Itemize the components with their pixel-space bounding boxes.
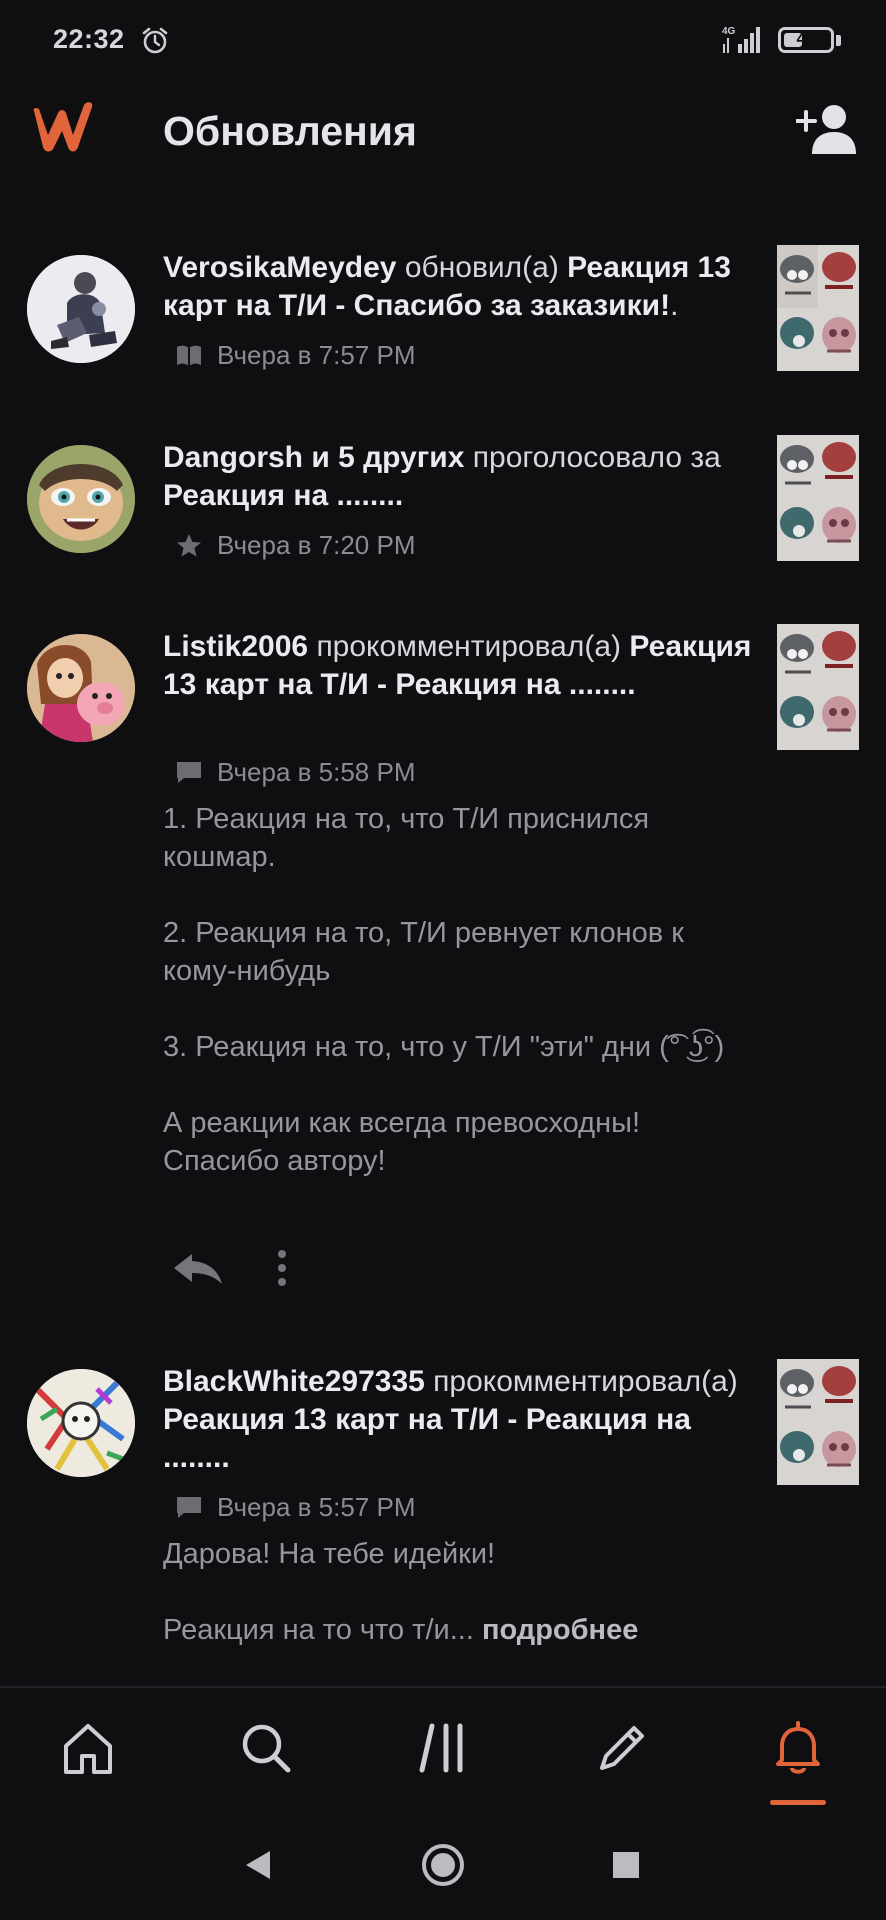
comment-preview-text: Реакция на то что т/и... [163, 1614, 474, 1646]
bottom-navigation [0, 1686, 886, 1811]
update-action: прокомментировал(а) [316, 630, 622, 663]
update-time: Вчера в 7:57 PM [217, 340, 416, 370]
status-bar: 22:32 4G 41 [0, 0, 886, 80]
story-cover[interactable] [777, 435, 859, 561]
book-icon [177, 345, 201, 366]
comment-paragraph: Дарова! На тебе идейки! [163, 1538, 496, 1570]
wattpad-logo[interactable] [26, 99, 100, 155]
comment-icon [177, 762, 201, 783]
story-cover[interactable] [777, 624, 859, 750]
story-title[interactable]: Реакция 13 карт на Т/И - Реакция на ....… [163, 1403, 691, 1474]
app-bar: Обновления [0, 80, 886, 180]
avatar[interactable] [27, 445, 135, 553]
alarm-icon [142, 27, 168, 54]
avatar[interactable] [27, 1369, 135, 1477]
notifications-icon[interactable] [768, 1718, 828, 1778]
active-tab-indicator [770, 1800, 826, 1805]
page-title: Обновления [163, 108, 417, 154]
back-icon[interactable] [234, 1841, 282, 1889]
comment-paragraph: 2. Реакция на то, Т/И ревнует клонов к к… [163, 917, 684, 987]
status-time: 22:32 [53, 24, 125, 54]
signal-icon: 4G [722, 26, 760, 53]
home-circle-icon[interactable] [419, 1841, 467, 1889]
write-icon[interactable] [592, 1718, 652, 1778]
search-icon[interactable] [236, 1718, 296, 1778]
update-action: проголосовало за [472, 441, 721, 474]
comment-paragraph: А реакции как всегда превосходны! Спасиб… [163, 1107, 640, 1177]
star-icon [177, 534, 201, 557]
update-time: Вчера в 5:58 PM [217, 757, 416, 787]
comment-paragraph: 3. Реакция на то, что у Т/И "эти" дни (͡… [163, 1031, 725, 1063]
battery-icon: 41 [778, 27, 834, 53]
comment-preview: Реакция на то что т/и... подробнее [163, 1611, 763, 1649]
add-user-icon[interactable] [796, 102, 858, 154]
user-name[interactable]: Listik2006 [163, 630, 308, 663]
notifications-screen: 22:32 4G 41 Обновления VerosikaMeydey об… [0, 0, 886, 1920]
comment-body: 1. Реакция на то, что Т/И приснился кошм… [163, 800, 763, 1218]
read-more-link[interactable]: подробнее [482, 1614, 638, 1646]
reply-icon[interactable] [170, 1248, 224, 1288]
comment-icon [177, 1497, 201, 1518]
user-name[interactable]: VerosikaMeydey [163, 251, 396, 284]
user-name[interactable]: BlackWhite297335 [163, 1365, 425, 1398]
battery-tip [836, 35, 841, 46]
svg-text:4G: 4G [722, 26, 736, 37]
feed-item[interactable]: BlackWhite297335 прокомментировал(а) Реа… [0, 1354, 886, 1685]
more-options-icon[interactable] [270, 1246, 294, 1290]
updates-feed[interactable]: VerosikaMeydey обновил(а) Реакция 13 кар… [0, 240, 886, 1685]
update-action: обновил(а) [404, 251, 559, 284]
update-headline[interactable]: VerosikaMeydey обновил(а) Реакция 13 кар… [163, 249, 763, 325]
comment-body: Дарова! На тебе идейки! Реакция на то чт… [163, 1535, 763, 1685]
comment-paragraph: 1. Реакция на то, что Т/И приснился кошм… [163, 803, 650, 873]
story-title[interactable]: Реакция на ........ [163, 479, 403, 512]
system-navigation [0, 1811, 886, 1920]
avatar[interactable] [27, 634, 135, 742]
story-title-suffix: . [670, 289, 679, 322]
recents-icon[interactable] [602, 1841, 650, 1889]
update-headline[interactable]: BlackWhite297335 прокомментировал(а) Реа… [163, 1363, 763, 1477]
feed-item[interactable]: Listik2006 прокомментировал(а) Реакция 1… [0, 619, 886, 1309]
home-icon[interactable] [58, 1718, 118, 1778]
feed-item[interactable]: Dangorsh и 5 других проголосовало за Реа… [0, 430, 886, 590]
library-icon[interactable] [414, 1718, 474, 1778]
update-headline[interactable]: Listik2006 прокомментировал(а) Реакция 1… [163, 628, 763, 704]
story-cover[interactable] [777, 245, 859, 371]
feed-item[interactable]: VerosikaMeydey обновил(а) Реакция 13 кар… [0, 240, 886, 400]
story-cover[interactable] [777, 1359, 859, 1485]
update-time: Вчера в 7:20 PM [217, 530, 416, 560]
avatar[interactable] [27, 255, 135, 363]
battery-percent: 41 [796, 29, 816, 48]
update-time: Вчера в 5:57 PM [217, 1492, 416, 1522]
user-name[interactable]: Dangorsh и 5 других [163, 441, 464, 474]
update-action: прокомментировал(а) [433, 1365, 738, 1398]
update-headline[interactable]: Dangorsh и 5 других проголосовало за Реа… [163, 439, 763, 515]
